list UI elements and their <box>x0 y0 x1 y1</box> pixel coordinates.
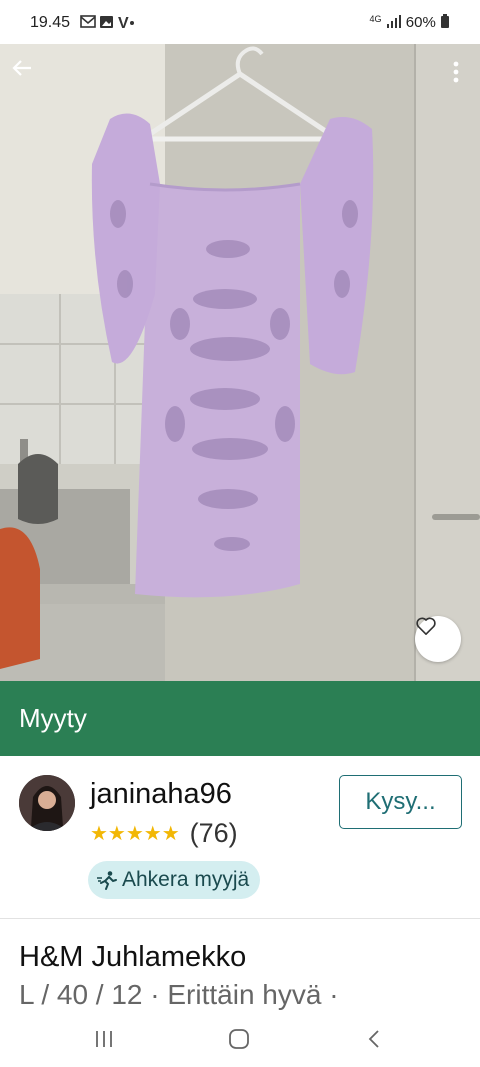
back-button[interactable] <box>10 56 42 88</box>
network-label: 4G <box>369 14 382 24</box>
heart-icon <box>416 617 436 635</box>
signal-icon <box>386 15 401 28</box>
running-icon <box>97 871 117 890</box>
rating-count: (76) <box>189 818 238 848</box>
notification-icons-svg: V <box>80 15 134 32</box>
battery-icon <box>441 14 449 28</box>
status-right: 4G 60% <box>369 14 450 31</box>
status-time: 19.45 <box>30 14 71 31</box>
home-button[interactable] <box>228 1028 250 1050</box>
favorite-button[interactable] <box>415 616 461 662</box>
seller-rating[interactable]: ★★★★★ (76) <box>90 818 238 849</box>
notification-icons: V <box>80 14 154 33</box>
chevron-left-icon <box>368 1030 379 1048</box>
battery-label: 60% <box>405 14 436 31</box>
status-bar: 19.45 V 4G 60% <box>0 0 480 44</box>
item-title: H&M Juhlamekko <box>19 941 247 973</box>
back-arrow-icon <box>12 60 31 76</box>
mail-icon <box>80 15 96 28</box>
more-vert-icon <box>453 61 459 83</box>
active-seller-badge[interactable]: Ahkera myyjä <box>88 861 261 899</box>
home-icon <box>229 1029 249 1049</box>
seller-section[interactable]: janinaha96 ★★★★★ (76) Kysy... Ahkera myy… <box>0 756 480 918</box>
more-options-button[interactable] <box>446 56 466 88</box>
dress-photo-illustration <box>0 44 480 681</box>
avatar-image <box>19 775 75 831</box>
sold-banner: Myyty <box>0 681 480 756</box>
ask-seller-button[interactable]: Kysy... <box>339 775 462 829</box>
divider <box>0 918 480 919</box>
recents-icon <box>96 1031 112 1047</box>
dot-icon <box>130 21 134 25</box>
system-nav-bar <box>0 1013 480 1067</box>
item-details: L / 40 / 12 · Erittäin hyvä · <box>19 979 339 1010</box>
product-photo[interactable] <box>0 44 480 681</box>
system-back-button[interactable] <box>364 1028 384 1050</box>
seller-username[interactable]: janinaha96 <box>90 778 232 811</box>
recents-button[interactable] <box>92 1029 116 1049</box>
badge-label: Ahkera myyjä <box>122 868 250 891</box>
rating-stars: ★★★★★ <box>90 823 180 845</box>
seller-avatar[interactable] <box>19 775 75 831</box>
vinted-icon: V <box>118 15 131 30</box>
